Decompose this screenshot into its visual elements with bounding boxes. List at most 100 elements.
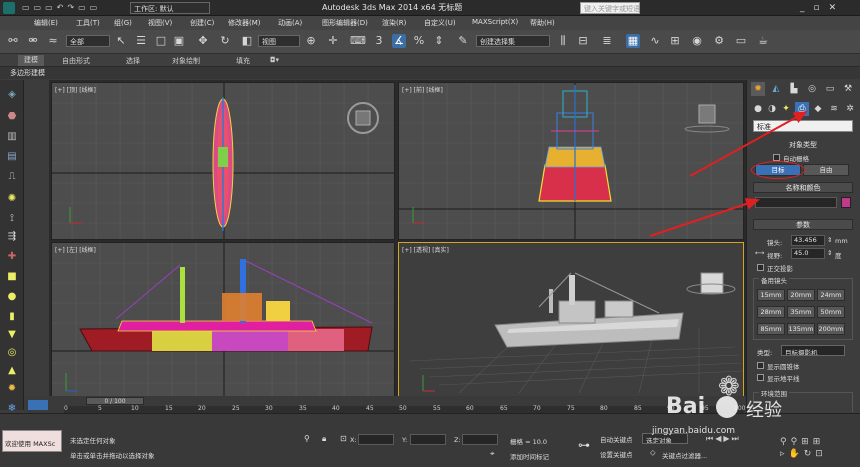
box-icon[interactable]: ■ [5,270,19,284]
menu-customize[interactable]: 自定义(U) [424,18,456,28]
camera-type-dropdown[interactable]: 目标摄影机 [781,345,845,356]
cameras-icon[interactable]: ⎙ [795,102,809,116]
material-editor-icon[interactable]: ◉ [690,34,704,48]
align-icon[interactable]: ⊟ [576,34,590,48]
tab-object-paint[interactable]: 对象绘制 [172,56,200,66]
navigation-controls[interactable]: ⚲⚲⊞⊞ ▹✋↻⊡ [780,436,856,462]
utilities-tab-icon[interactable]: ⚒ [841,82,855,96]
lens-20mm-button[interactable]: 20mm [787,289,815,301]
bind-space-warp-icon[interactable]: ≈ [46,34,60,48]
z-coord-input[interactable] [462,434,498,445]
lens-spinner-icon[interactable]: ⇕ [827,236,832,244]
cylinder-icon[interactable]: ▮ [5,310,19,324]
viewport-top[interactable]: [+] [顶] [线框] [51,82,395,240]
viewport-label-front[interactable]: [+] [前] [线框] [402,85,443,94]
viewport-front[interactable]: [+] [前] [线框] [398,82,744,240]
select-scale-icon[interactable]: ◧ [240,34,254,48]
viewport-label-top[interactable]: [+] [顶] [线框] [55,85,96,94]
curve-editor-icon[interactable]: ∿ [648,34,662,48]
teapot-icon[interactable]: ✹ [5,382,19,396]
show-horizon-checkbox[interactable] [757,374,764,381]
pivot-center-icon[interactable]: ⊕ [304,34,318,48]
layer-manager-icon[interactable]: ≣ [600,34,614,48]
key-filter-icon[interactable]: ⬦ [650,448,656,458]
show-cone-checkbox[interactable] [757,362,764,369]
menu-group[interactable]: 组(G) [114,18,132,28]
edit-named-selection-icon[interactable]: ✎ [456,34,470,48]
scene-list-icon[interactable]: ▤ [5,150,19,164]
polygon-modeling-label[interactable]: 多边形建模 [10,68,45,78]
lens-35mm-button[interactable]: 35mm [787,306,815,318]
menu-tools[interactable]: 工具(T) [76,18,100,28]
fov-direction-icon[interactable]: ⟷ [755,249,764,257]
percent-snap-icon[interactable]: % [412,34,426,48]
lens-input[interactable]: 43.456 [791,235,825,246]
menu-views[interactable]: 视图(V) [148,18,172,28]
viewport-left[interactable]: [+] [左] [线框] [51,242,395,400]
snaps-toggle-icon[interactable]: 3 [372,34,386,48]
object-name-field[interactable] [755,197,837,208]
sphere-icon[interactable]: ● [5,290,19,304]
absolute-mode-icon[interactable]: ⊡ [340,434,347,443]
workspace-dropdown[interactable]: 工作区: 默认 [130,2,210,14]
container-icon[interactable]: ◈ [5,88,19,102]
explorer-icon[interactable]: ⬣ [5,110,19,124]
lens-135mm-button[interactable]: 135mm [787,323,815,335]
menu-rendering[interactable]: 渲染(R) [382,18,406,28]
unlink-icon[interactable]: ⚮ [26,34,40,48]
lights-icon[interactable]: ✦ [779,102,793,116]
menu-maxscript[interactable]: MAXScript(X) [472,18,518,26]
space-warp-icon[interactable]: ✚ [5,250,19,264]
lens-85mm-button[interactable]: 85mm [757,323,785,335]
auto-key-label[interactable]: 自动关键点 [600,434,633,444]
helpers-tab-icon[interactable]: ◆ [811,102,825,116]
lens-200mm-button[interactable]: 200mm [817,323,845,335]
link-icon[interactable]: ⚯ [6,34,20,48]
torus-icon[interactable]: ◎ [5,346,19,360]
rectangular-selection-icon[interactable]: □ [154,34,168,48]
menu-edit[interactable]: 编辑(E) [34,18,58,28]
time-tag-icon[interactable]: ⌖ [490,449,495,459]
free-camera-button[interactable]: 自由 [803,164,849,176]
lens-15mm-button[interactable]: 15mm [757,289,785,301]
isolate-icon[interactable]: ⚲ [304,434,310,443]
category-dropdown[interactable]: 标准 [753,120,853,132]
key-mode-icon[interactable]: ⊶ [578,438,590,452]
graphite-toggle-icon[interactable]: ▦ [626,34,640,48]
mirror-icon[interactable]: ⫼ [556,34,570,48]
select-move-icon[interactable]: ✥ [196,34,210,48]
viewport-perspective[interactable]: [+] [透视] [真实] [398,242,744,400]
object-color-swatch[interactable] [841,197,851,208]
y-coord-input[interactable] [410,434,446,445]
lens-50mm-button[interactable]: 50mm [817,306,845,318]
maxscript-listener[interactable]: 欢迎使用 MAXSc [2,430,62,452]
viewport-label-left[interactable]: [+] [左] [线框] [55,245,96,254]
track-view-icon[interactable]: ⎍ [5,170,19,184]
viewport-label-perspective[interactable]: [+] [透视] [真实] [402,245,449,254]
orthographic-checkbox[interactable] [757,264,764,271]
display-tab-icon[interactable]: ▭ [823,82,837,96]
menu-modifiers[interactable]: 修改器(M) [228,18,261,28]
hierarchy-tab-icon[interactable]: ▙ [787,82,801,96]
angle-snap-icon[interactable]: ∡ [392,34,406,48]
menu-animation[interactable]: 动画(A) [278,18,302,28]
motion-tab-icon[interactable]: ◎ [805,82,819,96]
select-rotate-icon[interactable]: ↻ [218,34,232,48]
hierarchy-icon[interactable]: ⟟ [5,212,19,226]
time-slider[interactable]: 0 / 100 [86,397,144,405]
help-search-input[interactable]: 键入关键字或短语 [580,2,640,14]
tab-freeform[interactable]: 自由形式 [62,56,90,66]
pyramid-icon[interactable]: ▲ [5,364,19,378]
lens-24mm-button[interactable]: 24mm [817,289,845,301]
lock-selection-icon[interactable]: 🔒︎ [322,434,326,444]
window-crossing-icon[interactable]: ▣ [172,34,186,48]
cone-icon[interactable]: ▼ [5,328,19,342]
reference-coord-dropdown[interactable]: 视图 [258,35,300,47]
tab-modeling[interactable]: 建模 [18,55,44,66]
shapes-icon[interactable]: ◑ [765,102,779,116]
schematic-view-icon[interactable]: ⊞ [668,34,682,48]
parameters-header[interactable]: 参数 [753,219,853,230]
create-tab-icon[interactable]: ✹ [751,82,765,96]
select-manipulate-icon[interactable]: ✛ [326,34,340,48]
menu-create[interactable]: 创建(C) [190,18,214,28]
